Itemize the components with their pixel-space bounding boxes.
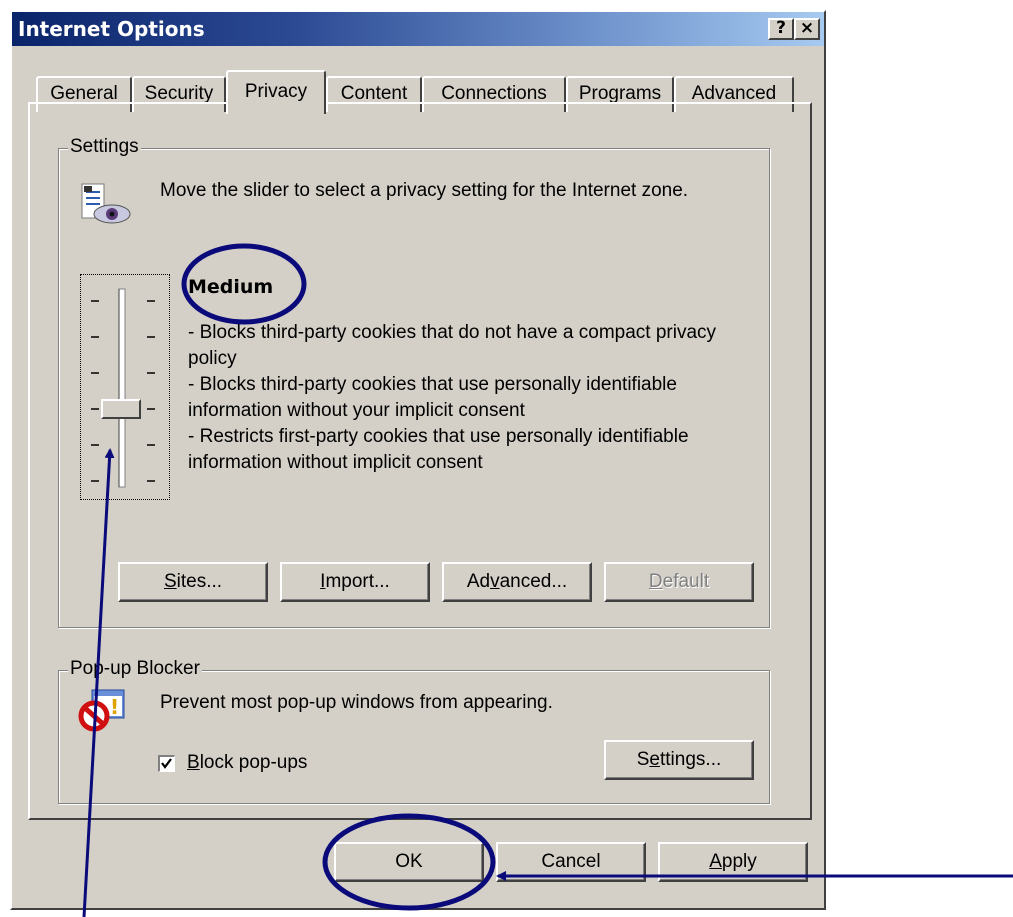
- checkmark-icon: [161, 757, 172, 769]
- apply-button[interactable]: Apply: [658, 842, 808, 882]
- popup-settings-label-key: e: [649, 749, 660, 770]
- popup-settings-label-pre: S: [636, 749, 650, 770]
- advanced-label-key: v: [490, 571, 500, 592]
- cancel-label: Cancel: [541, 851, 601, 872]
- apply-label-post: pply: [721, 851, 757, 872]
- block-popups-checkbox-row[interactable]: Block pop-ups: [158, 752, 307, 774]
- sites-button[interactable]: Sites...: [118, 562, 268, 602]
- sites-label-post: ites...: [176, 571, 223, 592]
- default-button[interactable]: Default: [604, 562, 754, 602]
- tab-privacy[interactable]: Privacy: [226, 70, 326, 114]
- svg-text:!: !: [110, 695, 119, 719]
- advanced-button[interactable]: Advanced...: [442, 562, 592, 602]
- privacy-slider[interactable]: [80, 274, 170, 500]
- internet-options-dialog: Internet Options ? × General Security Pr…: [10, 10, 826, 910]
- privacy-level-name: Medium: [188, 276, 274, 298]
- import-label-post: mport...: [325, 571, 390, 592]
- sites-label-key: S: [163, 571, 177, 592]
- block-popups-label-post: lock pop-ups: [199, 752, 308, 773]
- privacy-panel: Settings Move the slider to select a pri…: [28, 102, 812, 820]
- advanced-label-post: anced...: [499, 571, 568, 592]
- settings-intro-text: Move the slider to select a privacy sett…: [160, 180, 689, 201]
- default-label-key: D: [648, 571, 663, 592]
- popup-settings-label-post: ttings...: [660, 749, 722, 770]
- advanced-label-pre: Ad: [466, 571, 491, 592]
- popup-blocker-group: [58, 670, 770, 804]
- cancel-button[interactable]: Cancel: [496, 842, 646, 882]
- block-popups-label-key: B: [187, 752, 200, 773]
- close-button[interactable]: ×: [794, 18, 820, 40]
- privacy-eye-icon: [81, 183, 131, 224]
- title-bar[interactable]: Internet Options ? ×: [12, 12, 824, 46]
- description-line-2: - Blocks third-party cookies that use pe…: [188, 374, 677, 421]
- import-button[interactable]: Import...: [280, 562, 430, 602]
- help-button[interactable]: ?: [768, 18, 794, 40]
- window-title: Internet Options: [18, 17, 205, 41]
- apply-label-key: A: [709, 851, 722, 872]
- popup-blocker-icon: !: [78, 689, 125, 732]
- ok-button[interactable]: OK: [334, 842, 484, 882]
- popup-blocker-legend: Pop-up Blocker: [68, 658, 202, 680]
- popup-settings-button[interactable]: Settings...: [604, 740, 754, 780]
- settings-legend: Settings: [68, 136, 141, 158]
- default-label-post: efault: [662, 571, 710, 592]
- privacy-level-description: - Blocks third-party cookies that do not…: [188, 320, 768, 476]
- block-popups-checkbox[interactable]: [158, 754, 175, 772]
- description-line-1: - Blocks third-party cookies that do not…: [188, 322, 717, 369]
- block-popups-label: Block pop-ups: [187, 752, 307, 774]
- slider-track-svg: [91, 288, 155, 488]
- description-line-3: - Restricts first-party cookies that use…: [188, 426, 689, 473]
- slider-thumb[interactable]: [101, 399, 141, 419]
- popup-blocker-text: Prevent most pop-up windows from appeari…: [160, 692, 553, 713]
